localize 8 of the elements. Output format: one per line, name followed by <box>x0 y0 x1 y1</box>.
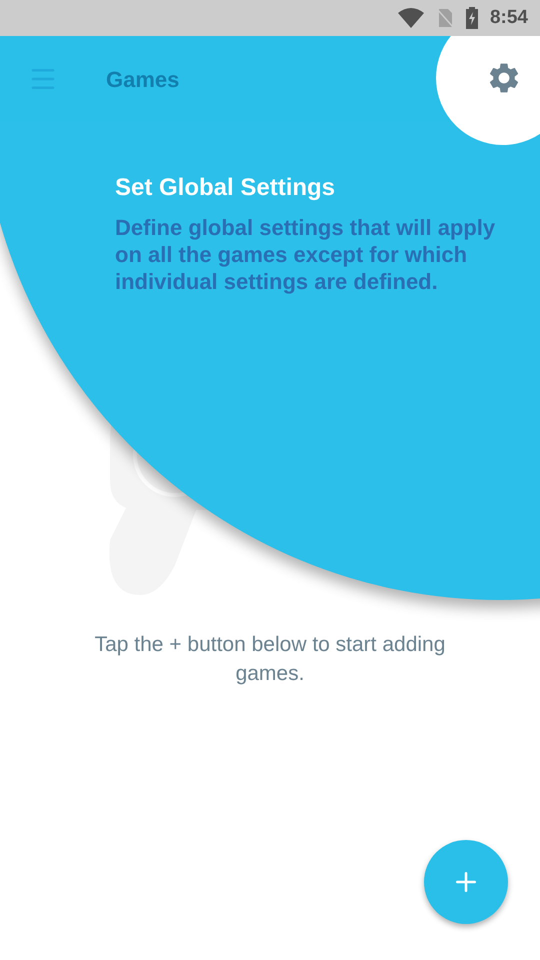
empty-state-message: Tap the + button below to start adding games. <box>94 632 446 687</box>
battery-icon <box>466 7 478 29</box>
add-button[interactable] <box>424 840 508 924</box>
tap-target-description: Define global settings that will apply on all the games except for which individual settings are defined. <box>115 214 496 295</box>
app-title: Games <box>106 66 180 94</box>
tap-target-title: Set Global Settings <box>115 173 336 203</box>
wifi-icon <box>398 8 424 28</box>
clock: 8:54 <box>490 6 528 30</box>
